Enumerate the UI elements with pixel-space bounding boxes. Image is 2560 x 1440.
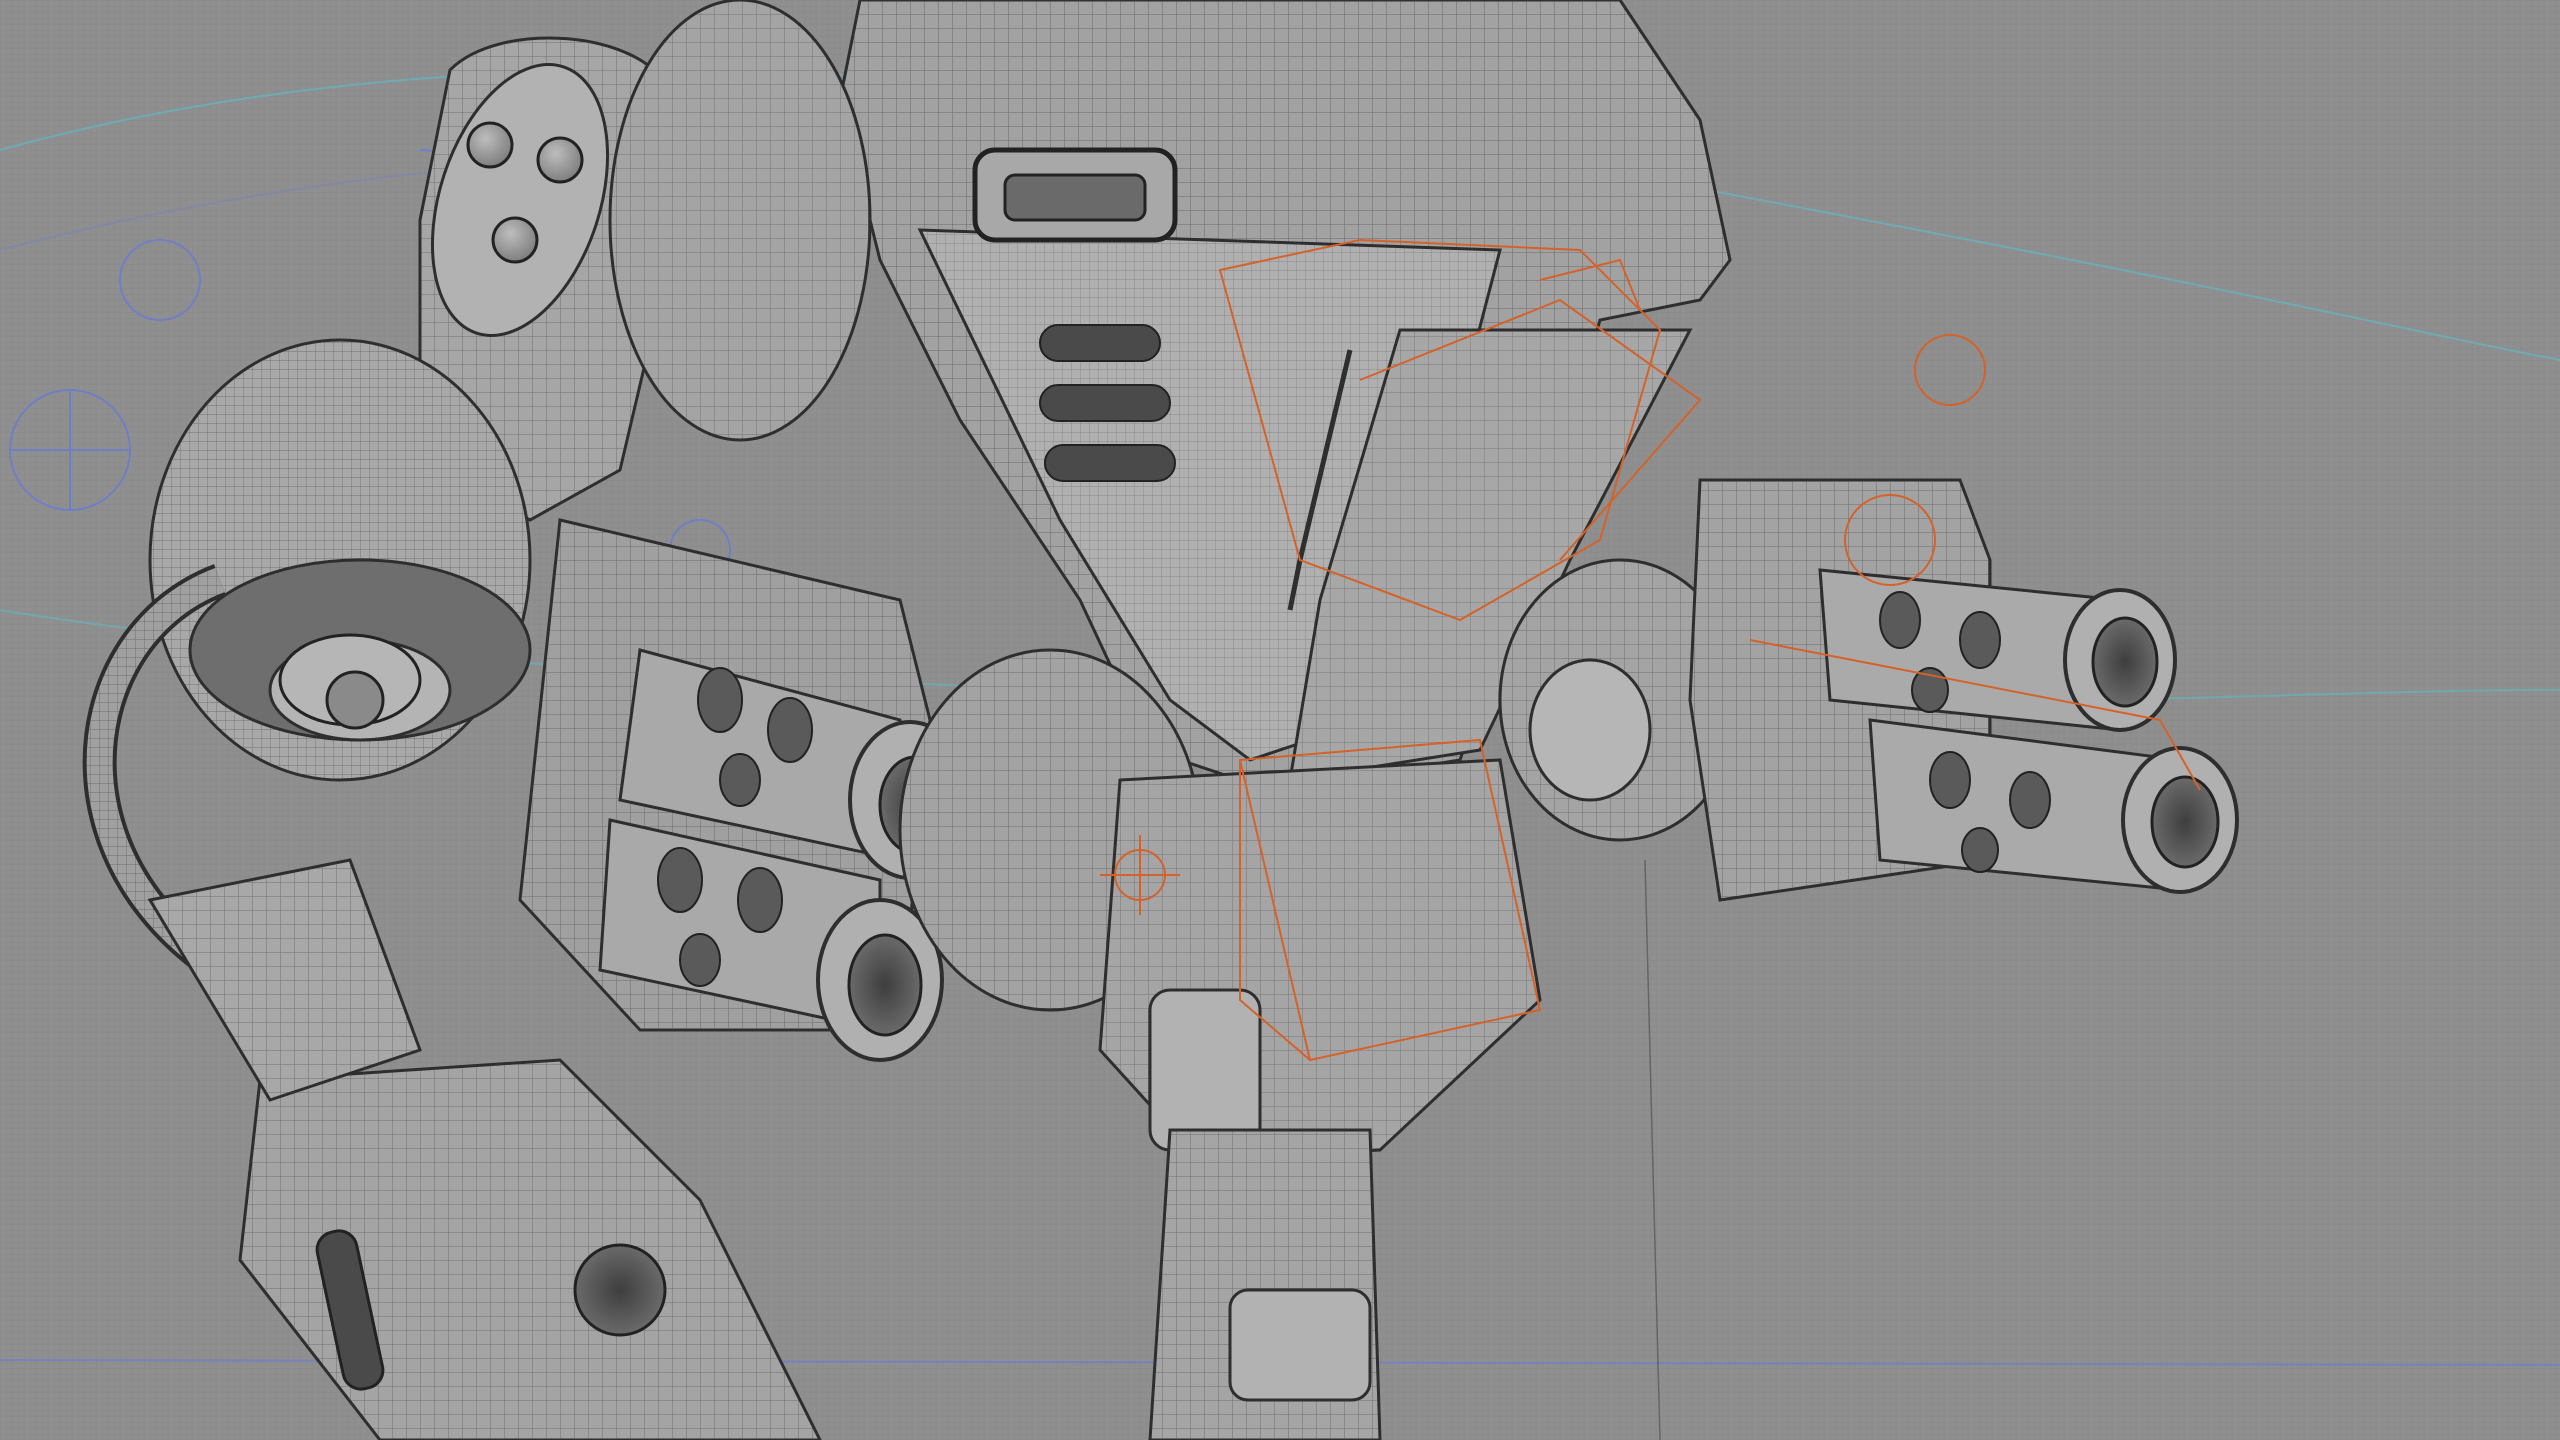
right-leg[interactable] xyxy=(1148,1128,1382,1440)
chest-vents xyxy=(1039,324,1176,482)
knee-socket xyxy=(573,1243,667,1337)
viewport-canvas[interactable] xyxy=(0,0,2560,1440)
3d-viewport[interactable] xyxy=(0,0,2560,1440)
